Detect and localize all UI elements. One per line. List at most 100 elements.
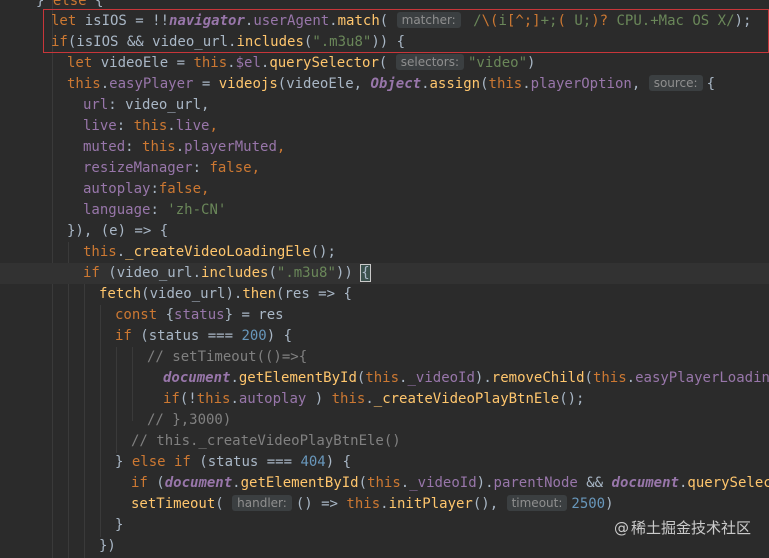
code-editor[interactable]: } else {let isIOS = !!navigator.userAgen…	[0, 0, 769, 558]
code-token: .	[175, 139, 185, 155]
code-token: .	[227, 55, 236, 71]
code-line[interactable]: // },3000)	[147, 410, 231, 431]
code-token: videojs	[218, 76, 278, 92]
code-token: live	[175, 118, 210, 134]
code-line[interactable]: if (video_url.includes(".m3u8")) {	[0, 263, 769, 284]
code-token: (status ===	[199, 454, 301, 470]
code-token: initPlayer	[388, 496, 473, 512]
code-token: :	[192, 160, 210, 176]
code-token: const	[115, 307, 166, 323]
code-token: }	[115, 517, 124, 533]
code-token: .	[365, 391, 374, 407]
code-token: ,	[251, 160, 261, 176]
code-line[interactable]: fetch(video_url).then(res => {	[99, 284, 352, 305]
code-line[interactable]: if(!this.autoplay ) this._createVideoPla…	[163, 389, 585, 410]
code-line[interactable]: resizeManager: false,	[83, 158, 260, 179]
code-token: this	[83, 244, 117, 260]
code-token: playerOption	[530, 76, 632, 92]
code-token: if	[163, 391, 180, 407]
code-token: )	[306, 391, 332, 407]
indent-guide	[100, 305, 101, 537]
code-token: )	[605, 496, 614, 512]
code-token: querySelector	[269, 55, 379, 71]
watermark-at: @	[613, 519, 629, 537]
code-token: this	[142, 139, 176, 155]
code-token: live	[83, 118, 117, 134]
code-token: this	[365, 370, 400, 386]
watermark: @ 稀土掘金技术社区	[614, 517, 751, 538]
code-token: .	[421, 76, 430, 92]
code-line[interactable]: // this._createVideoPlayBtnEle()	[131, 431, 401, 452]
code-token: this	[193, 55, 228, 71]
indent-guide	[116, 347, 117, 453]
code-line[interactable]: })	[99, 536, 116, 557]
code-token: :	[150, 202, 168, 218]
code-token: (	[358, 475, 368, 491]
code-line[interactable]: url: video_url,	[83, 95, 209, 116]
code-token: (video_url.	[108, 265, 202, 281]
code-token: {	[360, 264, 371, 282]
code-token: .	[380, 496, 389, 512]
code-line[interactable]: document.getElementById(this._videoId).r…	[163, 368, 769, 389]
code-token: :	[116, 118, 134, 134]
code-token: (),	[472, 496, 507, 512]
code-token: (	[480, 76, 489, 92]
code-token: {	[165, 307, 175, 323]
code-token: false	[209, 160, 252, 176]
indent-guide	[68, 242, 69, 558]
code-token: .	[522, 76, 531, 92]
code-token: _videoId	[407, 370, 475, 386]
code-token: 200	[241, 328, 267, 344]
code-token: _createVideoPlayBtnEle	[373, 391, 560, 407]
code-line[interactable]: muted: this.playerMuted,	[83, 137, 285, 158]
code-line[interactable]: }), (e) => {	[67, 221, 168, 242]
code-token: Object	[370, 76, 422, 92]
indent-guide	[84, 284, 85, 558]
parameter-hint: selectors:	[395, 54, 464, 70]
code-token: autoplay	[238, 391, 307, 407]
parameter-hint: handler:	[232, 495, 292, 511]
code-token: ,	[209, 118, 218, 134]
code-line[interactable]: autoplay:false,	[83, 179, 209, 200]
code-token: .	[400, 475, 410, 491]
code-token: if	[115, 328, 141, 344]
code-line[interactable]: let videoEle = this.$el.querySelector( s…	[67, 53, 535, 74]
code-token: (	[268, 265, 277, 281]
code-token: fetch	[99, 286, 142, 302]
code-token: .	[232, 475, 241, 491]
code-token: ,	[276, 139, 286, 155]
code-token: .	[116, 244, 126, 260]
code-token: this	[346, 496, 381, 512]
code-token: if	[83, 265, 109, 281]
code-token: (res => {	[276, 286, 352, 302]
code-token: status	[174, 307, 225, 323]
code-line[interactable]: live: this.live,	[83, 116, 218, 137]
code-line[interactable]: if (status === 200) {	[115, 326, 292, 347]
code-token: ();	[310, 244, 336, 260]
code-token: 404	[300, 454, 326, 470]
code-line[interactable]: } else if (status === 404) {	[115, 452, 351, 473]
code-line[interactable]: this.easyPlayer = videojs(videoEle, Obje…	[67, 74, 715, 95]
code-token: (video_url).	[141, 286, 243, 302]
code-token: =	[193, 76, 219, 92]
code-token: (!	[179, 391, 197, 407]
code-line[interactable]: // setTimeout(()=>{	[147, 347, 307, 368]
code-token: ))	[335, 265, 362, 281]
code-token: playerMuted	[184, 139, 277, 155]
code-line[interactable]: this._createVideoLoadingEle();	[83, 242, 336, 263]
code-token: getElementById	[238, 370, 357, 386]
code-line[interactable]: setTimeout( handler:() => this.initPlaye…	[131, 494, 614, 515]
code-line[interactable]: language: 'zh-CN'	[83, 200, 226, 221]
code-token: this	[331, 391, 366, 407]
code-token: ).	[474, 370, 492, 386]
code-line[interactable]: const {status} = res	[115, 305, 284, 326]
code-token: easyPlayerLoadingEle	[635, 370, 769, 386]
selection-highlight-box	[43, 9, 769, 53]
code-token: (videoEle,	[277, 76, 371, 92]
indent-guide	[132, 347, 133, 421]
code-token: language	[83, 202, 151, 218]
code-token: else if	[131, 454, 200, 470]
code-line[interactable]: if (document.getElementById(this._videoI…	[131, 473, 769, 494]
code-line[interactable]: }	[115, 515, 123, 536]
code-token: (	[584, 370, 593, 386]
